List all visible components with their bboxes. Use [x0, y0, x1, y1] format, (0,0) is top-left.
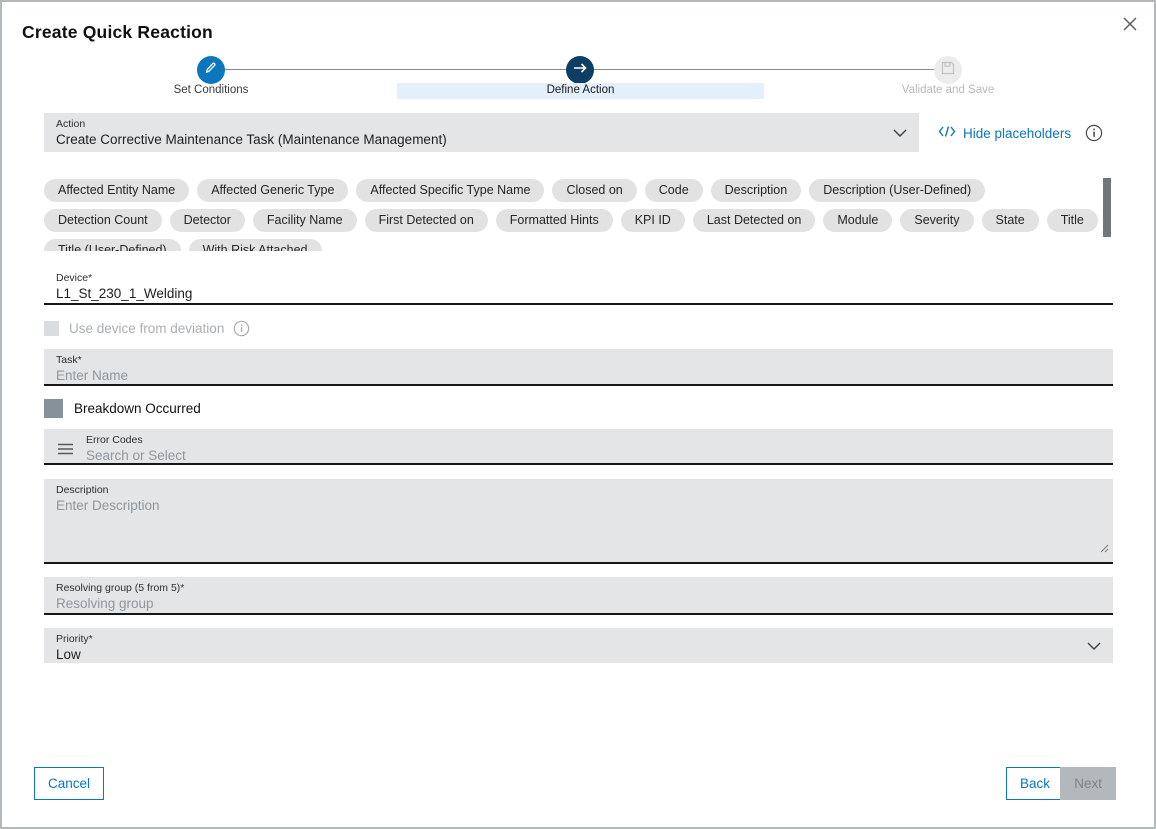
placeholder-chip[interactable]: KPI ID [621, 209, 685, 232]
step-define-action[interactable] [566, 56, 594, 84]
next-button: Next [1060, 767, 1116, 800]
breakdown-occurred-label: Breakdown Occurred [74, 401, 201, 416]
action-select-label: Action [44, 113, 919, 130]
chip-row: Detection Count Detector Facility Name Firs… [44, 209, 1100, 232]
resolving-group-field[interactable]: Resolving group (5 from 5)* [44, 577, 1113, 615]
placeholder-chip[interactable]: Detection Count [44, 209, 162, 232]
hide-placeholders-label: Hide placeholders [963, 126, 1071, 141]
task-input[interactable] [44, 366, 1113, 384]
device-field-label: Device* [44, 267, 1113, 284]
placeholder-chip[interactable]: First Detected on [365, 209, 488, 232]
placeholder-chip[interactable]: Severity [900, 209, 973, 232]
placeholder-chip[interactable]: Title (User-Defined) [44, 239, 181, 251]
placeholder-chip[interactable]: Formatted Hints [496, 209, 613, 232]
use-device-from-deviation-row: Use device from deviation [44, 320, 250, 336]
placeholder-chip[interactable]: Module [823, 209, 892, 232]
info-icon[interactable] [1085, 124, 1103, 142]
step-set-conditions[interactable] [197, 56, 225, 84]
priority-label: Priority* [44, 628, 1113, 645]
chips-scrollbar-thumb[interactable] [1103, 178, 1111, 237]
placeholder-chip[interactable]: Description [711, 179, 802, 202]
priority-value: Low [44, 645, 1113, 663]
placeholder-chip[interactable]: Last Detected on [693, 209, 816, 232]
action-select-value: Create Corrective Maintenance Task (Main… [44, 130, 919, 148]
code-icon [938, 125, 956, 141]
placeholder-chip[interactable]: Title [1047, 209, 1098, 232]
resolving-group-input[interactable] [44, 594, 1113, 612]
chip-row: Title (User-Defined) With Risk Attached [44, 239, 1100, 251]
error-codes-input[interactable] [44, 446, 1113, 464]
step-label-set-conditions: Set Conditions [136, 83, 286, 98]
placeholder-chip[interactable]: Affected Generic Type [197, 179, 348, 202]
priority-select[interactable]: Priority* Low [44, 628, 1113, 663]
placeholder-chip[interactable]: Facility Name [253, 209, 357, 232]
task-field-label: Task* [44, 349, 1113, 366]
description-textarea[interactable] [44, 496, 1113, 552]
placeholder-chip[interactable]: Affected Specific Type Name [356, 179, 544, 202]
chip-row: Affected Entity Name Affected Generic Typ… [44, 179, 1100, 202]
info-icon[interactable] [233, 320, 250, 337]
device-field[interactable]: Device* [44, 267, 1113, 305]
resolving-group-label: Resolving group (5 from 5)* [44, 577, 1113, 594]
step-validate-save [934, 56, 962, 84]
placeholder-chip[interactable]: Detector [170, 209, 245, 232]
list-icon [57, 442, 74, 460]
placeholder-chip[interactable]: With Risk Attached [189, 239, 322, 251]
placeholder-chip[interactable]: Code [645, 179, 703, 202]
placeholders-toolbar: Hide placeholders [938, 123, 1103, 143]
save-icon [941, 61, 955, 80]
action-select[interactable]: Action Create Corrective Maintenance Tas… [44, 113, 919, 152]
error-codes-field[interactable]: Error Codes [44, 429, 1113, 465]
placeholder-chip[interactable]: Affected Entity Name [44, 179, 189, 202]
device-input[interactable] [44, 284, 1113, 302]
back-button[interactable]: Back [1006, 767, 1064, 800]
description-label: Description [44, 479, 1113, 496]
cancel-button[interactable]: Cancel [34, 767, 104, 800]
chevron-down-icon [893, 124, 907, 142]
resize-handle-icon[interactable] [1100, 540, 1109, 558]
create-quick-reaction-dialog: Create Quick Reaction Set Conditions Def… [0, 0, 1156, 829]
breakdown-occurred-checkbox[interactable] [44, 399, 63, 418]
placeholder-chip[interactable]: Closed on [552, 179, 636, 202]
step-label-validate-save: Validate and Save [873, 83, 1023, 98]
chevron-down-icon [1087, 637, 1101, 655]
use-device-from-deviation-checkbox [44, 321, 59, 336]
breakdown-occurred-row: Breakdown Occurred [44, 398, 201, 418]
hide-placeholders-button[interactable]: Hide placeholders [938, 125, 1071, 141]
step-label-define-action: Define Action [397, 83, 764, 99]
task-field[interactable]: Task* [44, 349, 1113, 386]
pencil-icon [204, 61, 218, 80]
error-codes-label: Error Codes [44, 429, 1113, 446]
placeholder-chip[interactable]: State [982, 209, 1039, 232]
description-field[interactable]: Description [44, 479, 1113, 564]
placeholder-chip[interactable]: Description (User-Defined) [809, 179, 985, 202]
use-device-from-deviation-label: Use device from deviation [69, 321, 224, 336]
wizard-stepper: Set Conditions Define Action Validate an… [2, 2, 1154, 102]
arrow-right-icon [573, 61, 588, 79]
placeholder-chips-list: Affected Entity Name Affected Generic Typ… [44, 179, 1100, 251]
